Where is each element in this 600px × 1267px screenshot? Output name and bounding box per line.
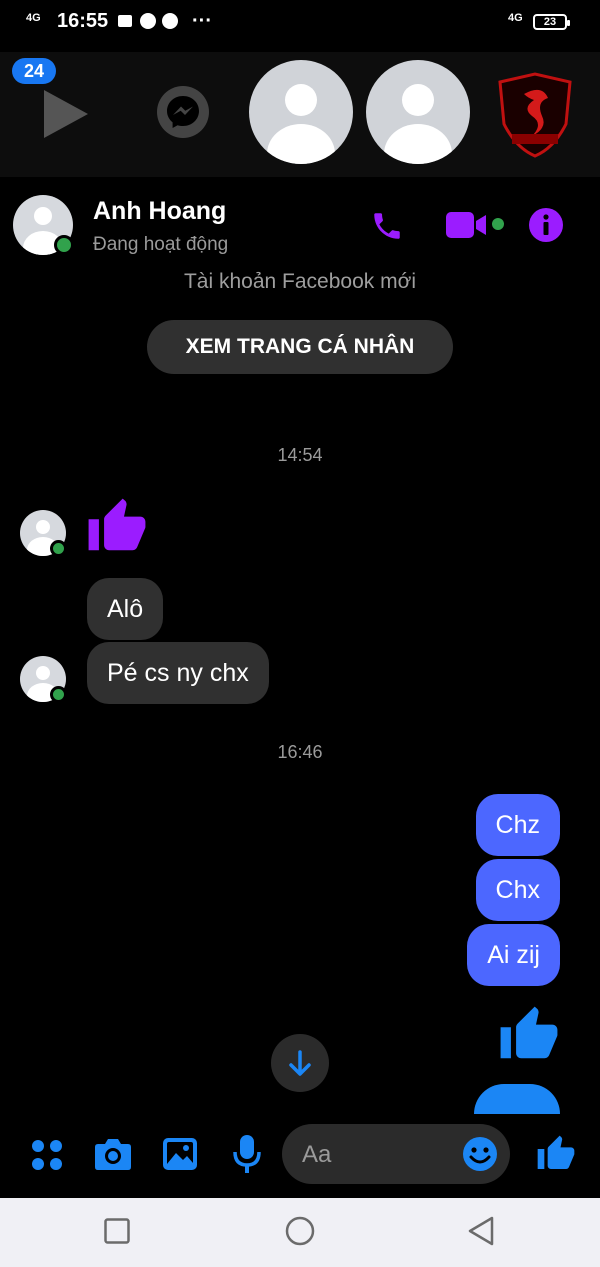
call-active-dot	[492, 218, 504, 230]
scroll-to-bottom-button[interactable]	[271, 1034, 329, 1092]
info-icon[interactable]	[528, 207, 564, 243]
timestamp: 16:46	[277, 742, 323, 762]
message-input[interactable]	[300, 1124, 454, 1186]
unread-badge: 24	[12, 58, 56, 84]
new-account-note: Tài khoản Facebook mới	[183, 270, 417, 293]
home-button[interactable]	[285, 1216, 315, 1246]
notification-icons	[118, 12, 188, 37]
message-bubble-outgoing[interactable]: Chz	[475, 794, 560, 856]
mic-icon[interactable]	[233, 1134, 261, 1174]
message-bubble-outgoing[interactable]: Chx	[475, 859, 560, 921]
presence-status: Đang hoạt động	[93, 234, 229, 255]
online-indicator	[54, 235, 74, 255]
status-bar: 4G 16:55 ··· 4G 23	[0, 0, 600, 46]
hydra-logo[interactable]	[496, 72, 574, 158]
more-dots: ···	[192, 10, 212, 32]
like-sticker-icon[interactable]	[86, 496, 148, 558]
system-nav-bar	[0, 1198, 600, 1267]
like-icon[interactable]	[536, 1134, 576, 1174]
apps-icon[interactable]	[30, 1138, 64, 1172]
back-button[interactable]	[466, 1215, 496, 1247]
messenger-icon[interactable]	[157, 86, 209, 138]
play-icon[interactable]	[44, 90, 88, 138]
timestamp: 14:54	[277, 445, 323, 465]
message-bubble-outgoing[interactable]: Ai zij	[467, 924, 560, 986]
view-profile-button[interactable]: XEM TRANG CÁ NHÂN	[147, 320, 453, 374]
message-bubble-incoming[interactable]: Pé cs ny chx	[87, 642, 269, 704]
like-sticker-icon[interactable]	[498, 1004, 560, 1066]
avatar-body	[384, 124, 452, 164]
phone-icon[interactable]	[370, 209, 404, 243]
message-input-container[interactable]	[282, 1124, 510, 1186]
avatar-head	[36, 666, 50, 680]
gallery-icon[interactable]	[162, 1137, 198, 1171]
avatar-body	[267, 124, 335, 164]
network-indicator: 4G	[26, 12, 41, 24]
chat-head-avatar[interactable]	[366, 60, 470, 164]
message-bubble-incoming[interactable]: Alô	[87, 578, 164, 640]
message-bubble-outgoing-partial[interactable]	[474, 1084, 560, 1114]
network-indicator-right: 4G	[508, 12, 523, 24]
messenger-glyph	[167, 96, 199, 128]
avatar-head	[34, 207, 52, 225]
online-indicator	[50, 686, 67, 703]
chat-head-avatar[interactable]	[249, 60, 353, 164]
video-call-icon[interactable]	[446, 210, 492, 240]
avatar-head	[285, 84, 317, 116]
avatar-head	[402, 84, 434, 116]
arrow-down-icon	[289, 1050, 311, 1076]
camera-icon[interactable]	[94, 1136, 132, 1172]
online-indicator	[50, 540, 67, 557]
battery-indicator: 23	[533, 14, 570, 30]
recents-button[interactable]	[104, 1218, 130, 1244]
notification-icon-group	[118, 13, 178, 29]
contact-name[interactable]: Anh Hoang	[93, 197, 226, 226]
avatar-head	[36, 520, 50, 534]
emoji-icon[interactable]	[462, 1136, 498, 1172]
clock: 16:55	[57, 10, 109, 32]
